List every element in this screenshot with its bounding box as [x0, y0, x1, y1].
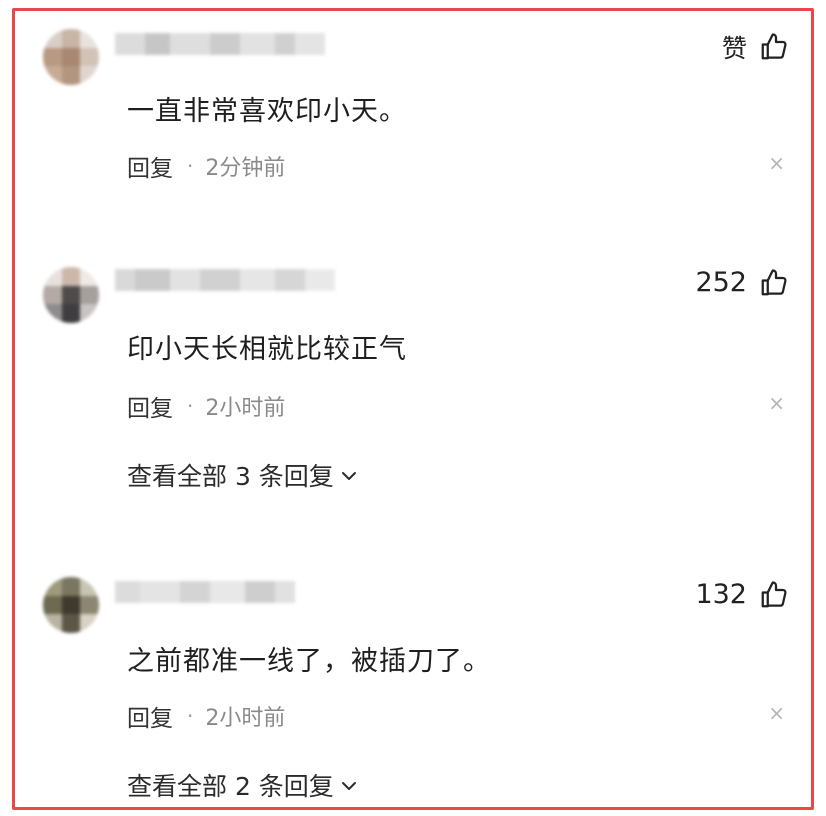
- username-blurred[interactable]: [115, 33, 325, 55]
- reply-button[interactable]: 回复: [127, 389, 173, 423]
- close-icon[interactable]: ×: [768, 151, 785, 175]
- view-all-replies-label: 查看全部 2 条回复: [127, 772, 334, 801]
- thumbs-up-icon: [761, 268, 787, 295]
- view-all-replies-label: 查看全部 3 条回复: [127, 462, 334, 491]
- timestamp: 2小时前: [205, 396, 286, 421]
- reply-button[interactable]: 回复: [127, 149, 173, 183]
- timestamp: 2小时前: [205, 706, 286, 731]
- view-all-replies-link[interactable]: 查看全部 3 条回复: [127, 457, 358, 493]
- comment-meta: 回复 · 2小时前: [127, 389, 285, 423]
- chevron-down-icon: [341, 782, 356, 790]
- comment-text: 一直非常喜欢印小天。: [127, 96, 407, 127]
- avatar[interactable]: [43, 577, 99, 633]
- close-icon[interactable]: ×: [768, 701, 785, 725]
- separator-dot: ·: [187, 154, 194, 178]
- like-button[interactable]: 132: [695, 579, 789, 610]
- thumbs-up-icon: [761, 33, 787, 60]
- comment-text: 之前都准一线了，被插刀了。: [127, 646, 491, 677]
- separator-dot: ·: [187, 704, 194, 728]
- separator-dot: ·: [187, 394, 194, 418]
- comment-meta: 回复 · 2分钟前: [127, 149, 285, 183]
- thumbs-up-icon: [761, 580, 787, 607]
- avatar[interactable]: [43, 267, 99, 323]
- reply-button[interactable]: 回复: [127, 699, 173, 733]
- username-blurred[interactable]: [115, 581, 295, 603]
- close-icon[interactable]: ×: [768, 391, 785, 415]
- comment-text: 印小天长相就比较正气: [127, 334, 407, 365]
- like-label: 赞: [721, 34, 747, 63]
- avatar[interactable]: [43, 29, 99, 85]
- timestamp: 2分钟前: [205, 156, 286, 181]
- view-all-replies-link[interactable]: 查看全部 2 条回复: [127, 767, 358, 803]
- comment-panel: 赞 一直非常喜欢印小天。 回复 · 2分钟前 × 252 印小天长相就比较正气 …: [12, 8, 814, 810]
- comment-meta: 回复 · 2小时前: [127, 699, 285, 733]
- chevron-down-icon: [341, 472, 356, 480]
- like-button[interactable]: 赞: [722, 29, 789, 65]
- like-count: 252: [695, 267, 747, 298]
- like-count: 132: [695, 579, 747, 610]
- username-blurred[interactable]: [115, 269, 335, 291]
- like-button[interactable]: 252: [695, 267, 789, 298]
